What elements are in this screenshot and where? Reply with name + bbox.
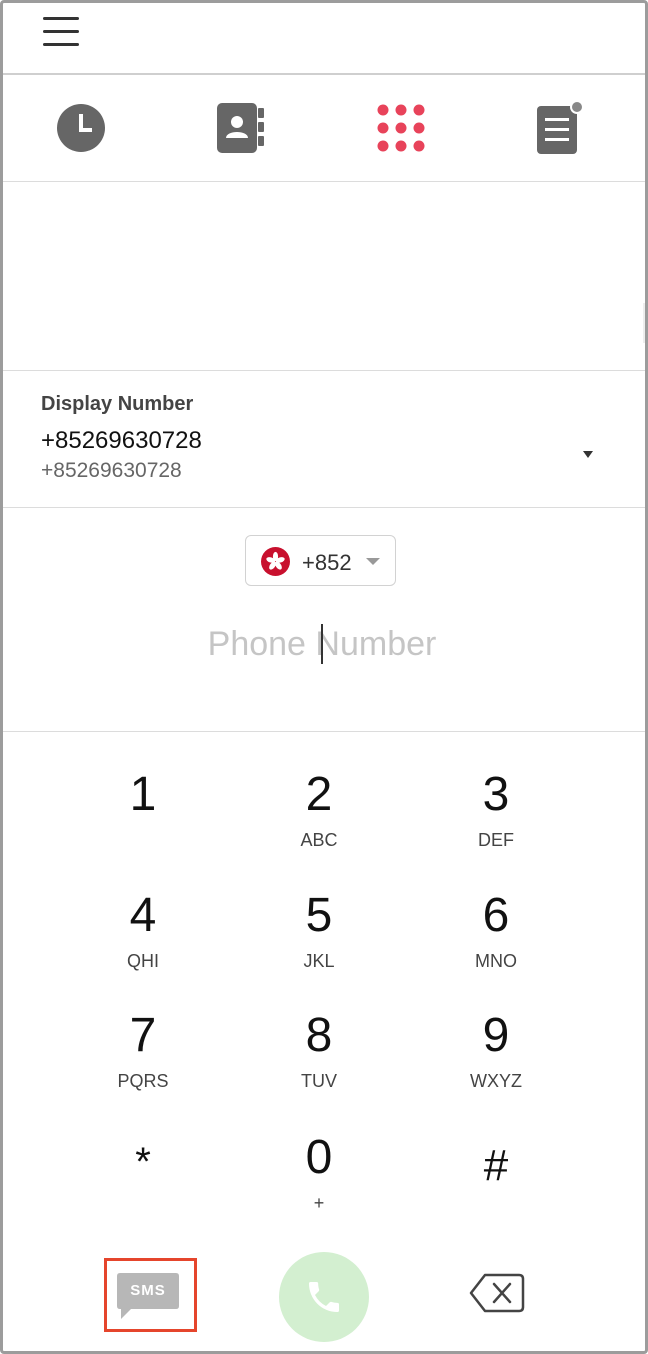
key-digit: 6: [482, 889, 510, 942]
key-hash[interactable]: #: [426, 1096, 566, 1206]
key-letters: PQRS: [117, 1071, 169, 1091]
backspace-button[interactable]: [467, 1271, 527, 1315]
empty-area: [3, 182, 645, 371]
menu-icon[interactable]: [43, 15, 79, 49]
key-letters: TUV: [301, 1071, 337, 1091]
contact-book-icon: [217, 103, 264, 153]
tab-contacts[interactable]: [161, 75, 321, 181]
notes-icon: [537, 100, 584, 154]
key-digit: 0: [305, 1131, 333, 1184]
key-digit: 9: [482, 1009, 510, 1062]
phone-icon: [309, 1282, 339, 1312]
key-letters: JKL: [303, 951, 335, 971]
action-bar: SMS: [3, 1213, 645, 1351]
clock-icon: [57, 104, 105, 152]
country-code-value: +852: [302, 550, 352, 575]
scrollbar[interactable]: [643, 303, 645, 343]
app-frame: Display Number +85269630728 +85269630728…: [0, 0, 648, 1354]
key-3[interactable]: 3 DEF: [426, 733, 566, 850]
top-bar: [3, 3, 645, 75]
key-digit: #: [483, 1141, 509, 1190]
backspace-icon: [469, 1273, 525, 1313]
key-digit: 5: [305, 889, 333, 942]
key-7[interactable]: 7 PQRS: [73, 974, 213, 1091]
hong-kong-flag-icon: [261, 547, 290, 576]
tab-bar: [3, 75, 645, 182]
key-6[interactable]: 6 MNO: [426, 854, 566, 971]
tab-notes[interactable]: [481, 75, 641, 181]
key-9[interactable]: 9 WXYZ: [426, 974, 566, 1091]
key-digit: 1: [129, 768, 157, 821]
key-star[interactable]: *: [73, 1096, 213, 1206]
key-0[interactable]: 0 +: [249, 1096, 389, 1213]
highlight-box: SMS: [104, 1258, 197, 1332]
key-digit: 7: [129, 1009, 157, 1062]
sms-label: SMS: [130, 1282, 166, 1299]
display-number-label: Display Number: [41, 393, 194, 415]
key-2[interactable]: 2 ABC: [249, 733, 389, 850]
key-4[interactable]: 4 QHI: [73, 854, 213, 971]
dial-input-area: +852: [3, 508, 645, 732]
display-number-select[interactable]: Display Number +85269630728 +85269630728: [3, 371, 645, 508]
key-letters: QHI: [126, 951, 159, 971]
key-1[interactable]: 1: [73, 733, 213, 843]
keypad: 1 2 ABC 3 DEF 4 QHI 5 JKL 6 MNO 7 PQRS 8: [3, 733, 645, 1213]
key-letters: MNO: [475, 951, 517, 971]
text-cursor: [321, 624, 323, 664]
country-code-select[interactable]: +852: [245, 535, 396, 586]
chevron-down-icon[interactable]: [583, 451, 593, 458]
chevron-down-icon: [366, 558, 380, 565]
key-digit: *: [135, 1140, 151, 1184]
key-digit: 2: [305, 768, 333, 821]
display-number-secondary: +85269630728: [41, 459, 182, 482]
key-letters: DEF: [478, 830, 514, 850]
key-digit: 3: [482, 768, 510, 821]
key-letters: WXYZ: [470, 1071, 522, 1091]
sms-button[interactable]: SMS: [117, 1273, 181, 1323]
key-5[interactable]: 5 JKL: [249, 854, 389, 971]
tab-history[interactable]: [3, 75, 161, 181]
dialpad-icon: [377, 104, 425, 152]
key-digit: 8: [305, 1009, 333, 1062]
key-letters: ABC: [300, 830, 338, 850]
key-digit: 4: [129, 889, 157, 942]
key-8[interactable]: 8 TUV: [249, 974, 389, 1091]
key-letters: +: [313, 1193, 325, 1213]
tab-dialpad[interactable]: [321, 75, 481, 181]
call-button[interactable]: [279, 1252, 369, 1342]
display-number-primary: +85269630728: [41, 427, 202, 454]
